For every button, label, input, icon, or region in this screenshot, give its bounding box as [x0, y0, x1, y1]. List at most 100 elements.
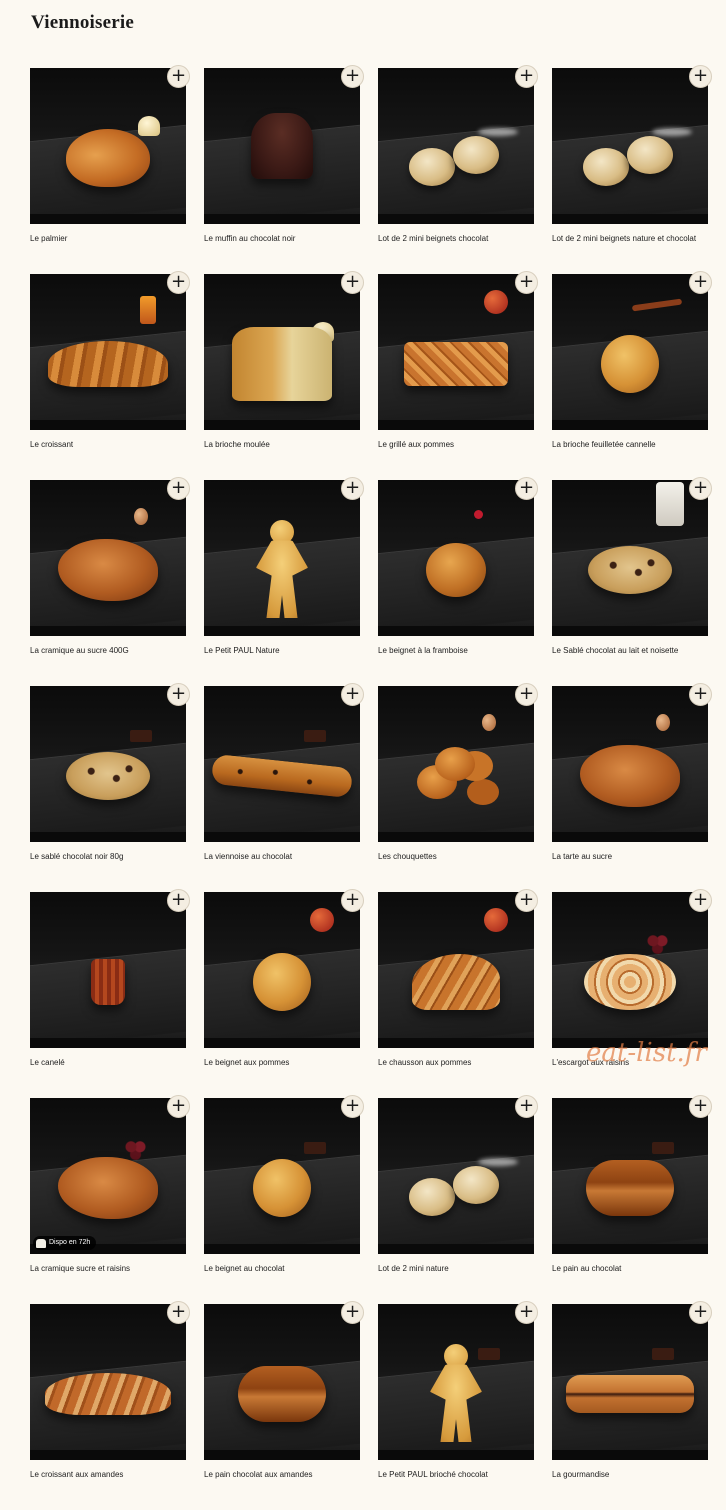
add-to-cart-button[interactable]: +: [341, 889, 364, 912]
product-name[interactable]: Le Petit PAUL Nature: [204, 645, 360, 656]
product-image[interactable]: [30, 1304, 186, 1460]
add-to-cart-button[interactable]: +: [515, 1095, 538, 1118]
product-image[interactable]: [552, 274, 708, 430]
add-to-cart-button[interactable]: +: [167, 477, 190, 500]
product-name[interactable]: Le croissant aux amandes: [30, 1469, 186, 1480]
add-to-cart-button[interactable]: +: [689, 683, 712, 706]
add-to-cart-button[interactable]: +: [341, 1095, 364, 1118]
product-image[interactable]: [204, 686, 360, 842]
product-name[interactable]: Le chausson aux pommes: [378, 1057, 534, 1068]
add-to-cart-button[interactable]: +: [689, 1095, 712, 1118]
product-image[interactable]: [552, 686, 708, 842]
product-image[interactable]: [30, 68, 186, 224]
add-to-cart-button[interactable]: +: [689, 65, 712, 88]
product-card[interactable]: + Les chouquettes: [378, 683, 538, 892]
product-name[interactable]: Le pain au chocolat: [552, 1263, 708, 1274]
product-name[interactable]: Le canelé: [30, 1057, 186, 1068]
product-image[interactable]: [378, 68, 534, 224]
add-to-cart-button[interactable]: +: [689, 271, 712, 294]
product-card[interactable]: + Le croissant aux amandes: [30, 1301, 190, 1510]
product-name[interactable]: La cramique sucre et raisins: [30, 1263, 186, 1274]
product-card[interactable]: + Lot de 2 mini beignets chocolat: [378, 65, 538, 274]
product-name[interactable]: La brioche moulée: [204, 439, 360, 450]
product-name[interactable]: La tarte au sucre: [552, 851, 708, 862]
product-card[interactable]: + La brioche feuilletée cannelle: [552, 271, 712, 480]
product-image[interactable]: [378, 892, 534, 1048]
add-to-cart-button[interactable]: +: [689, 1301, 712, 1324]
product-name[interactable]: Le grillé aux pommes: [378, 439, 534, 450]
product-image[interactable]: [378, 1304, 534, 1460]
product-image[interactable]: [30, 274, 186, 430]
product-name[interactable]: Le croissant: [30, 439, 186, 450]
product-card[interactable]: + Lot de 2 mini beignets nature et chocol…: [552, 65, 712, 274]
product-image[interactable]: [378, 686, 534, 842]
product-name[interactable]: La viennoise au chocolat: [204, 851, 360, 862]
product-name[interactable]: Le muffin au chocolat noir: [204, 233, 360, 244]
add-to-cart-button[interactable]: +: [515, 271, 538, 294]
add-to-cart-button[interactable]: +: [167, 271, 190, 294]
add-to-cart-button[interactable]: +: [515, 683, 538, 706]
product-card[interactable]: + Le beignet aux pommes: [204, 889, 364, 1098]
product-card[interactable]: + Le Petit PAUL Nature: [204, 477, 364, 686]
product-card[interactable]: + Le beignet au chocolat: [204, 1095, 364, 1304]
product-image[interactable]: [552, 68, 708, 224]
product-name[interactable]: Le palmier: [30, 233, 186, 244]
product-card[interactable]: + La tarte au sucre: [552, 683, 712, 892]
add-to-cart-button[interactable]: +: [515, 889, 538, 912]
product-name[interactable]: Lot de 2 mini beignets nature et chocola…: [552, 233, 708, 244]
add-to-cart-button[interactable]: +: [167, 683, 190, 706]
add-to-cart-button[interactable]: +: [341, 477, 364, 500]
product-image[interactable]: [204, 1098, 360, 1254]
add-to-cart-button[interactable]: +: [515, 1301, 538, 1324]
product-card[interactable]: + Le beignet à la framboise: [378, 477, 538, 686]
product-name[interactable]: Le Sablé chocolat au lait et noisette: [552, 645, 708, 656]
product-image[interactable]: [204, 68, 360, 224]
add-to-cart-button[interactable]: +: [515, 65, 538, 88]
product-name[interactable]: La brioche feuilletée cannelle: [552, 439, 708, 450]
product-name[interactable]: Lot de 2 mini beignets chocolat: [378, 233, 534, 244]
product-card[interactable]: + La brioche moulée: [204, 271, 364, 480]
product-name[interactable]: Le beignet à la framboise: [378, 645, 534, 656]
product-image[interactable]: [378, 480, 534, 636]
add-to-cart-button[interactable]: +: [341, 1301, 364, 1324]
product-card[interactable]: + Le canelé: [30, 889, 190, 1098]
add-to-cart-button[interactable]: +: [167, 889, 190, 912]
product-name[interactable]: La cramique au sucre 400G: [30, 645, 186, 656]
product-name[interactable]: Le pain chocolat aux amandes: [204, 1469, 360, 1480]
add-to-cart-button[interactable]: +: [689, 889, 712, 912]
product-name[interactable]: Le Petit PAUL brioché chocolat: [378, 1469, 534, 1480]
product-name[interactable]: Le sablé chocolat noir 80g: [30, 851, 186, 862]
product-card[interactable]: + Le Sablé chocolat au lait et noisette: [552, 477, 712, 686]
product-card[interactable]: + La cramique au sucre 400G: [30, 477, 190, 686]
add-to-cart-button[interactable]: +: [341, 65, 364, 88]
product-name[interactable]: Le beignet au chocolat: [204, 1263, 360, 1274]
product-image[interactable]: [204, 480, 360, 636]
product-image[interactable]: Dispo en 72h: [30, 1098, 186, 1254]
add-to-cart-button[interactable]: +: [515, 477, 538, 500]
product-image[interactable]: [30, 686, 186, 842]
product-name[interactable]: Lot de 2 mini nature: [378, 1263, 534, 1274]
product-card[interactable]: + Le croissant: [30, 271, 190, 480]
product-image[interactable]: [552, 1304, 708, 1460]
product-image[interactable]: [204, 274, 360, 430]
product-image[interactable]: [204, 892, 360, 1048]
product-card[interactable]: + Le pain chocolat aux amandes: [204, 1301, 364, 1510]
product-name[interactable]: La gourmandise: [552, 1469, 708, 1480]
product-card[interactable]: + La viennoise au chocolat: [204, 683, 364, 892]
product-image[interactable]: [378, 274, 534, 430]
add-to-cart-button[interactable]: +: [341, 683, 364, 706]
product-card[interactable]: + Le chausson aux pommes: [378, 889, 538, 1098]
product-card[interactable]: + Le pain au chocolat: [552, 1095, 712, 1304]
product-card[interactable]: + Le grillé aux pommes: [378, 271, 538, 480]
product-card[interactable]: + Le Petit PAUL brioché chocolat: [378, 1301, 538, 1510]
add-to-cart-button[interactable]: +: [341, 271, 364, 294]
product-image[interactable]: [552, 480, 708, 636]
product-name[interactable]: Le beignet aux pommes: [204, 1057, 360, 1068]
product-image[interactable]: [30, 892, 186, 1048]
product-card[interactable]: + Lot de 2 mini nature: [378, 1095, 538, 1304]
product-card[interactable]: Dispo en 72h + La cramique sucre et raisin…: [30, 1095, 190, 1304]
product-image[interactable]: [30, 480, 186, 636]
product-image[interactable]: [552, 1098, 708, 1254]
product-card[interactable]: + Le sablé chocolat noir 80g: [30, 683, 190, 892]
product-image[interactable]: [552, 892, 708, 1048]
